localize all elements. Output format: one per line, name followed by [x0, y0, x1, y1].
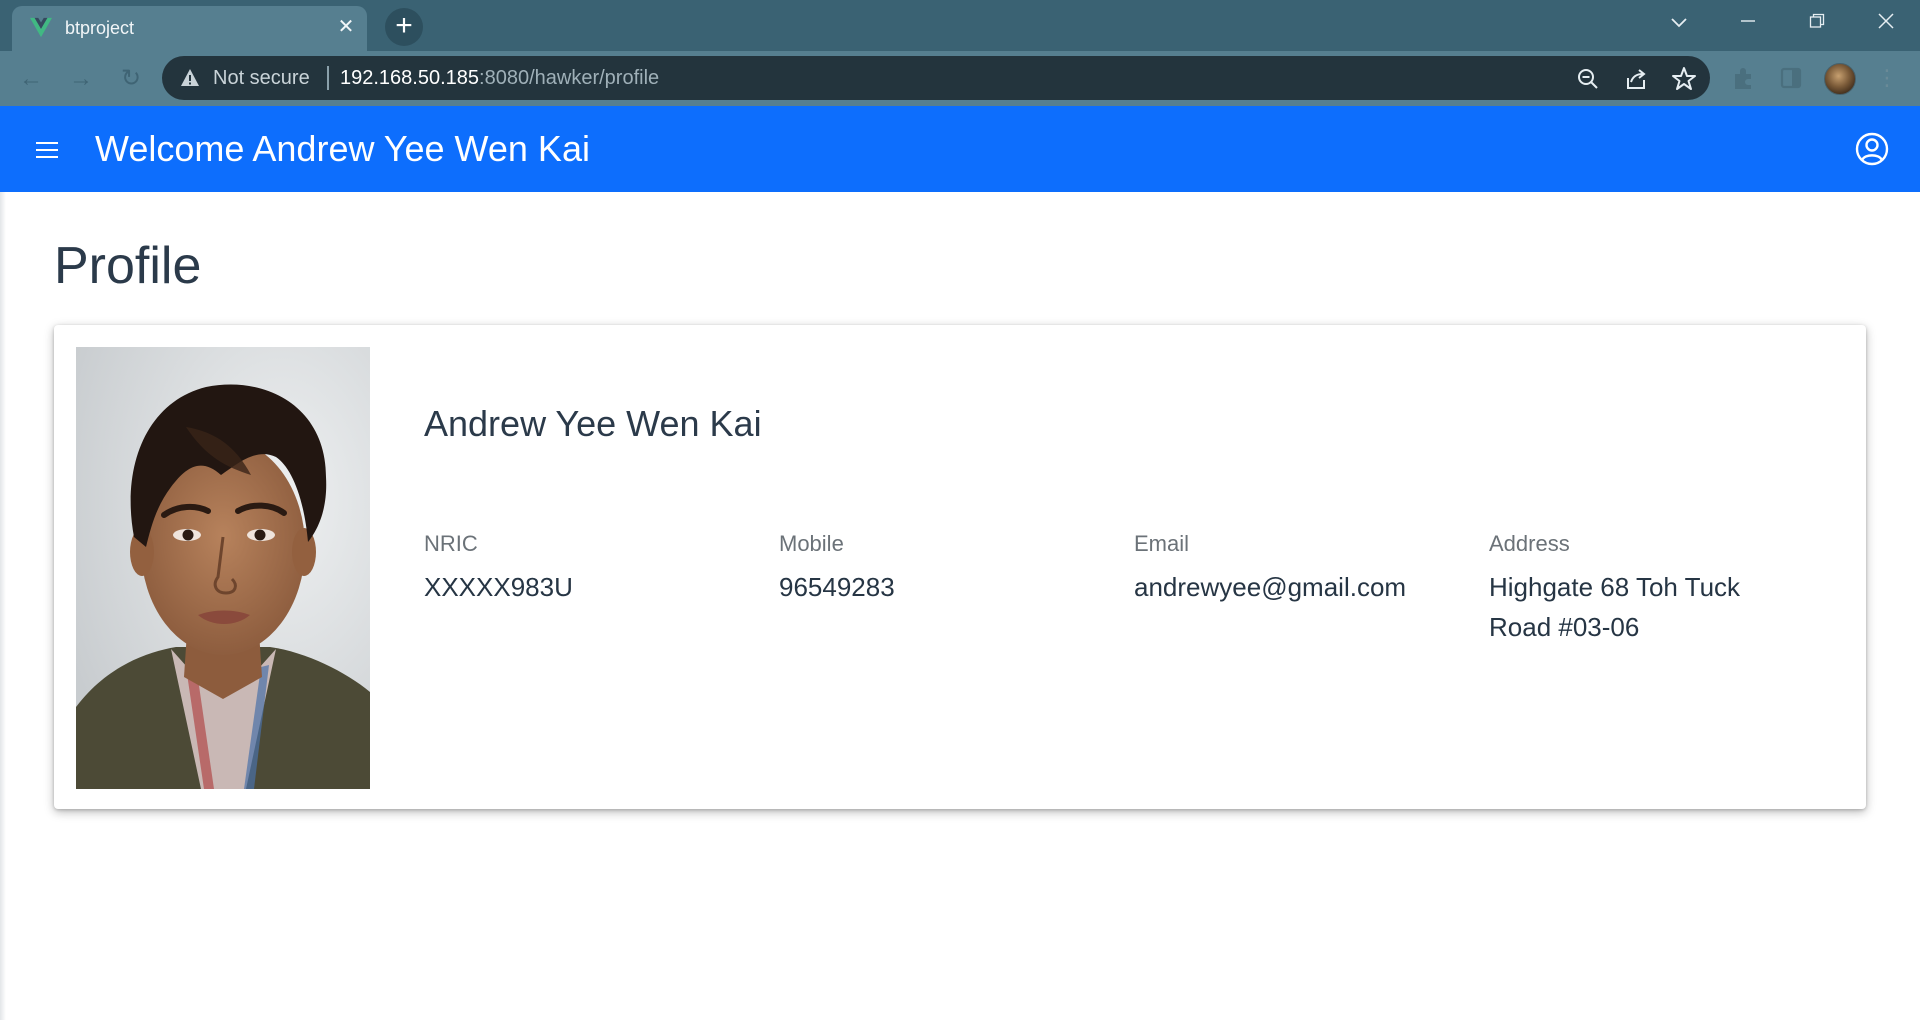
browser-profile-avatar[interactable] — [1824, 63, 1856, 95]
restore-icon[interactable] — [1800, 8, 1834, 38]
warning-triangle-icon[interactable] — [180, 68, 200, 88]
nric-label: NRIC — [424, 531, 478, 556]
mobile-label: Mobile — [779, 531, 844, 556]
forward-icon[interactable]: → — [66, 64, 96, 94]
new-tab-button[interactable]: + — [385, 8, 423, 46]
app-header: Welcome Andrew Yee Wen Kai — [0, 106, 1920, 192]
nric-field: NRIC XXXXX983U — [424, 531, 754, 607]
email-label: Email — [1134, 531, 1190, 556]
address-label: Address — [1489, 531, 1570, 556]
side-panel-icon[interactable] — [1778, 65, 1804, 91]
tab-search-icon[interactable] — [1662, 8, 1696, 38]
email-value: andrewyee@gmail.com — [1134, 572, 1407, 602]
security-label[interactable]: Not secure — [213, 67, 310, 90]
address-bar[interactable]: Not secure 192.168.50.185:8080/hawker/pr… — [162, 56, 1710, 100]
header-title: Welcome Andrew Yee Wen Kai — [95, 128, 590, 169]
browser-toolbar: ← → ↻ Not secure 192.168.50.185:8080/haw… — [0, 51, 1920, 106]
zoom-out-icon[interactable] — [1575, 66, 1601, 92]
extensions-puzzle-icon[interactable] — [1730, 65, 1756, 91]
hamburger-menu-icon[interactable] — [34, 137, 60, 161]
share-icon[interactable] — [1623, 66, 1649, 92]
account-circle-icon[interactable] — [1855, 132, 1889, 166]
profile-name: Andrew Yee Wen Kai — [424, 403, 762, 444]
omnibox-divider — [327, 66, 329, 90]
page-title: Profile — [54, 237, 202, 295]
browser-tabstrip: btproject ✕ + — [0, 0, 1920, 51]
url-host: 192.168.50.185 — [340, 67, 480, 89]
url-path: :8080/hawker/profile — [479, 67, 660, 89]
profile-photo — [76, 347, 370, 789]
mobile-field: Mobile 96549283 — [779, 531, 1109, 607]
vue-logo-icon — [30, 17, 52, 38]
bookmark-star-icon[interactable] — [1671, 66, 1697, 92]
url-text[interactable]: 192.168.50.185:8080/hawker/profile — [340, 67, 659, 90]
mobile-value: 96549283 — [779, 572, 895, 602]
sidebar-edge — [0, 192, 6, 1020]
minimize-icon[interactable] — [1731, 8, 1765, 38]
nric-value: XXXXX983U — [424, 572, 573, 602]
email-field: Email andrewyee@gmail.com — [1134, 531, 1464, 607]
tab-title: btproject — [65, 18, 135, 38]
browser-tab[interactable]: btproject ✕ — [12, 6, 367, 51]
back-icon[interactable]: ← — [16, 64, 46, 94]
close-window-icon[interactable] — [1869, 8, 1903, 38]
browser-menu-icon[interactable]: ⋮ — [1876, 63, 1898, 93]
address-field: Address Highgate 68 Toh Tuck Road #03-06 — [1489, 531, 1789, 647]
tab-close-icon[interactable]: ✕ — [334, 15, 358, 39]
address-value: Highgate 68 Toh Tuck Road #03-06 — [1489, 572, 1741, 642]
profile-card: Andrew Yee Wen Kai NRIC XXXXX983U Mobile… — [54, 325, 1866, 809]
reload-icon[interactable]: ↻ — [116, 64, 146, 94]
